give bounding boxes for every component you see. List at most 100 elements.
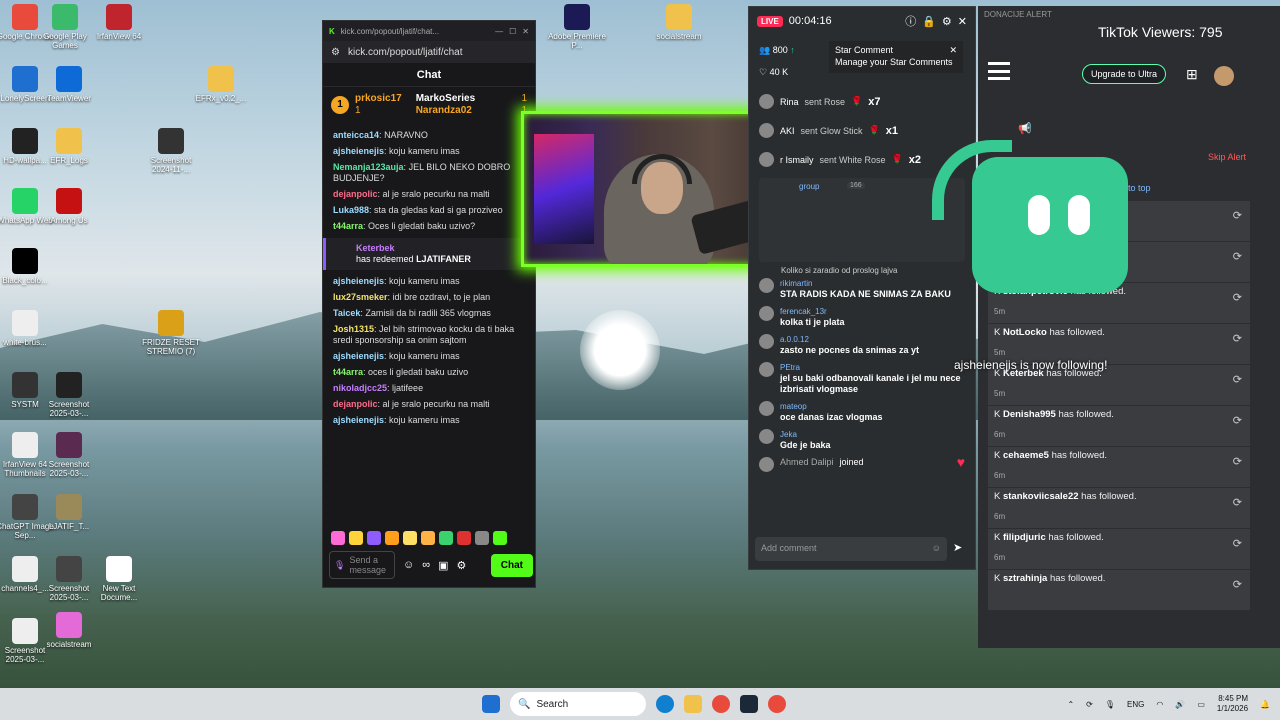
wifi-icon[interactable]: ◠ [1156, 700, 1163, 709]
edge-icon[interactable] [656, 695, 674, 713]
lock-icon[interactable]: 🔒 [922, 15, 936, 28]
store-icon[interactable]: ▣ [438, 559, 448, 572]
desktop-icon[interactable]: Screenshot 2025-03-... [38, 432, 100, 478]
chat-username[interactable]: ajsheienejis [333, 415, 384, 425]
battery-icon[interactable]: ▭ [1197, 700, 1205, 709]
desktop-icon[interactable]: FRIDZE RESET STREMIO (7) [140, 310, 202, 356]
taskbar-search[interactable]: 🔍 Search [510, 692, 646, 716]
chat-username[interactable]: ajsheienejis [333, 276, 384, 286]
apps-grid-icon[interactable]: ⊞ [1186, 66, 1198, 83]
comment-user[interactable]: mateop [780, 401, 883, 412]
site-info-icon[interactable]: ⚙ [331, 47, 340, 58]
hamburger-menu-icon[interactable] [988, 62, 1010, 80]
replay-icon[interactable]: ⟳ [1233, 291, 1242, 304]
desktop-icon[interactable]: IrfanView 64 [88, 4, 150, 41]
emote-icon[interactable] [385, 531, 399, 545]
skip-alert-button[interactable]: Skip Alert [1208, 152, 1246, 162]
replay-icon[interactable]: ⟳ [1233, 578, 1242, 591]
megaphone-icon[interactable]: 📢 [1018, 122, 1032, 135]
chat-username[interactable]: Nemanja123auja [333, 162, 404, 172]
scroll-to-top-link[interactable]: to top [1128, 183, 1151, 193]
comment-user[interactable]: Jeka [780, 429, 831, 440]
chat-username[interactable]: ajsheienejis [333, 351, 384, 361]
steam-icon[interactable] [740, 695, 758, 713]
close-icon[interactable]: ✕ [522, 27, 529, 36]
minimize-icon[interactable]: — [495, 27, 503, 36]
message-input[interactable]: 🎙 Send a message [329, 551, 395, 579]
emote-icon[interactable] [367, 531, 381, 545]
desktop-icon[interactable]: New Text Docume... [88, 556, 150, 602]
emote-icon[interactable] [331, 531, 345, 545]
settings-icon[interactable]: ⚙ [456, 559, 466, 572]
notification-icon[interactable]: 🔔 [1260, 700, 1270, 709]
comment-user[interactable]: a.0.0.12 [780, 334, 919, 345]
replay-icon[interactable]: ⟳ [1233, 455, 1242, 468]
desktop-icon[interactable]: Among Us [38, 188, 100, 225]
maximize-icon[interactable]: ☐ [509, 27, 516, 36]
replay-icon[interactable]: ⟳ [1233, 250, 1242, 263]
desktop-icon[interactable]: Screenshot 2025-03-... [38, 372, 100, 418]
chat-username[interactable]: ajsheienejis [333, 146, 384, 156]
close-popup-icon[interactable]: ✕ [949, 44, 957, 56]
replay-icon[interactable]: ⟳ [1233, 332, 1242, 345]
chat-username[interactable]: anteicca14 [333, 130, 379, 140]
desktop-icon[interactable]: Screenshot 2024-11-... [140, 128, 202, 174]
emoji-icon[interactable]: ☺ [403, 559, 414, 571]
address-bar[interactable]: ⚙ kick.com/popout/ljatif/chat [323, 41, 535, 63]
desktop-icon[interactable]: EFRx_v0.2_... [190, 66, 252, 103]
replay-icon[interactable]: ⟳ [1233, 414, 1242, 427]
emote-icon[interactable] [403, 531, 417, 545]
desktop-icon[interactable]: TeamViewer [38, 66, 100, 103]
chat-username[interactable]: lux27smeker [333, 292, 388, 302]
chat-username[interactable]: dejanpolic [333, 189, 378, 199]
desktop-icon[interactable]: Black_colo... [0, 248, 56, 285]
clock[interactable]: 8:45 PM 1/1/2026 [1217, 694, 1248, 714]
emote-icon[interactable] [421, 531, 435, 545]
desktop-icon[interactable]: Google Play Games [34, 4, 96, 50]
mic-icon[interactable]: 🎙 [1105, 700, 1115, 709]
emote-icon[interactable] [349, 531, 363, 545]
emote-icon[interactable] [457, 531, 471, 545]
desktop-icon[interactable]: socialstream [648, 4, 710, 41]
chevron-up-icon[interactable]: ⌃ [1067, 700, 1074, 709]
chat-username[interactable]: Taicek [333, 308, 360, 318]
send-icon[interactable]: ➤ [953, 541, 962, 554]
network-icon[interactable]: ⟳ [1086, 700, 1093, 709]
infinity-icon[interactable]: ∞ [422, 559, 430, 571]
desktop-icon[interactable]: socialstream [38, 612, 100, 649]
windows-start-icon[interactable] [482, 695, 500, 713]
avatar[interactable] [1214, 66, 1234, 86]
redeem-user[interactable]: Keterbek [356, 243, 525, 254]
desktop-icon[interactable]: white-brus... [0, 310, 56, 347]
replay-icon[interactable]: ⟳ [1233, 537, 1242, 550]
replay-icon[interactable]: ⟳ [1233, 373, 1242, 386]
upgrade-ultra-button[interactable]: Upgrade to Ultra [1082, 64, 1167, 84]
emote-icon[interactable] [475, 531, 489, 545]
comment-user[interactable]: rikimartin [780, 278, 951, 289]
chat-send-button[interactable]: Chat [490, 553, 533, 577]
desktop-icon[interactable]: Adobe Premiere P... [546, 4, 608, 50]
chat-username[interactable]: dejanpolic [333, 399, 378, 409]
chat-username[interactable]: Josh1315 [333, 324, 374, 334]
emoji-icon[interactable]: ☺ [932, 543, 941, 555]
star-comment-popup[interactable]: Star Comment Manage your Star Comments ✕ [829, 41, 963, 73]
chrome-icon[interactable] [712, 695, 730, 713]
language-indicator[interactable]: ENG [1127, 700, 1144, 709]
chrome-profile-icon[interactable] [768, 695, 786, 713]
replay-icon[interactable]: ⟳ [1233, 209, 1242, 222]
volume-icon[interactable]: 🔊 [1175, 700, 1185, 709]
replay-icon[interactable]: ⟳ [1233, 496, 1242, 509]
comment-user[interactable]: PEtra [780, 362, 965, 373]
chat-username[interactable]: Luka988 [333, 205, 369, 215]
emote-icon[interactable] [493, 531, 507, 545]
comment-user[interactable]: ferencak_13r [780, 306, 845, 317]
info-icon[interactable]: ⓘ [905, 13, 916, 29]
file-explorer-icon[interactable] [684, 695, 702, 713]
chat-username[interactable]: nikoladjcc25 [333, 383, 387, 393]
add-comment-input[interactable]: Add comment ☺ [755, 537, 947, 561]
close-icon[interactable]: ✕ [958, 15, 967, 28]
desktop-icon[interactable]: LJATIF_T... [38, 494, 100, 531]
chat-username[interactable]: t44arra [333, 367, 363, 377]
desktop-icon[interactable]: EFR_Logs [38, 128, 100, 165]
emote-icon[interactable] [439, 531, 453, 545]
